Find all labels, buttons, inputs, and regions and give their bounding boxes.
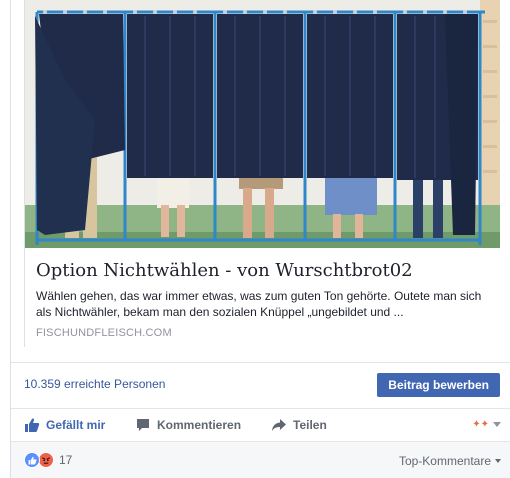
- link-preview[interactable]: Option Nichtwählen - von Wurschtbrot02 W…: [24, 0, 500, 347]
- voting-booths-illustration: [25, 0, 500, 248]
- post-actions-bar: Gefällt mir Kommentieren Teilen ✦✦: [11, 408, 510, 441]
- comment-icon: [137, 419, 149, 431]
- reactions-row: 17 Top-Kommentare: [11, 441, 510, 478]
- page-avatar-icon: ✦✦: [472, 419, 489, 430]
- angry-reaction-icon: [38, 452, 54, 468]
- thumbs-up-icon: [25, 418, 40, 432]
- chevron-down-icon: [493, 422, 501, 427]
- reach-count-link[interactable]: 10.359 erreichte Personen: [24, 377, 165, 391]
- link-source-domain: FISCHUNDFLEISCH.COM: [36, 327, 172, 339]
- reach-row: 10.359 erreichte Personen Beitrag bewerb…: [11, 362, 510, 408]
- comment-button[interactable]: Kommentieren: [135, 416, 241, 434]
- like-reaction-icon: [24, 452, 40, 468]
- share-arrow-icon: [272, 419, 286, 431]
- link-preview-body[interactable]: Option Nichtwählen - von Wurschtbrot02 W…: [25, 248, 500, 347]
- share-button[interactable]: Teilen: [271, 416, 327, 434]
- post-as-selector[interactable]: ✦✦: [472, 419, 501, 430]
- link-description: Wählen gehen, das war immer etwas, was z…: [36, 289, 482, 319]
- post-card: Option Nichtwählen - von Wurschtbrot02 W…: [10, 0, 510, 478]
- link-headline[interactable]: Option Nichtwählen - von Wurschtbrot02: [36, 260, 413, 281]
- like-button[interactable]: Gefällt mir: [24, 416, 105, 434]
- comment-sort-label: Top-Kommentare: [398, 454, 491, 468]
- like-label: Gefällt mir: [46, 418, 106, 432]
- voting-booths-photo[interactable]: [25, 0, 500, 248]
- reaction-count: 17: [59, 453, 73, 467]
- chevron-down-icon: [495, 459, 501, 463]
- comment-label: Kommentieren: [157, 418, 242, 432]
- share-label: Teilen: [293, 418, 327, 432]
- reaction-summary[interactable]: 17: [24, 452, 72, 468]
- comment-sort-dropdown[interactable]: Top-Kommentare: [399, 454, 501, 468]
- boost-post-button[interactable]: Beitrag bewerben: [377, 373, 500, 397]
